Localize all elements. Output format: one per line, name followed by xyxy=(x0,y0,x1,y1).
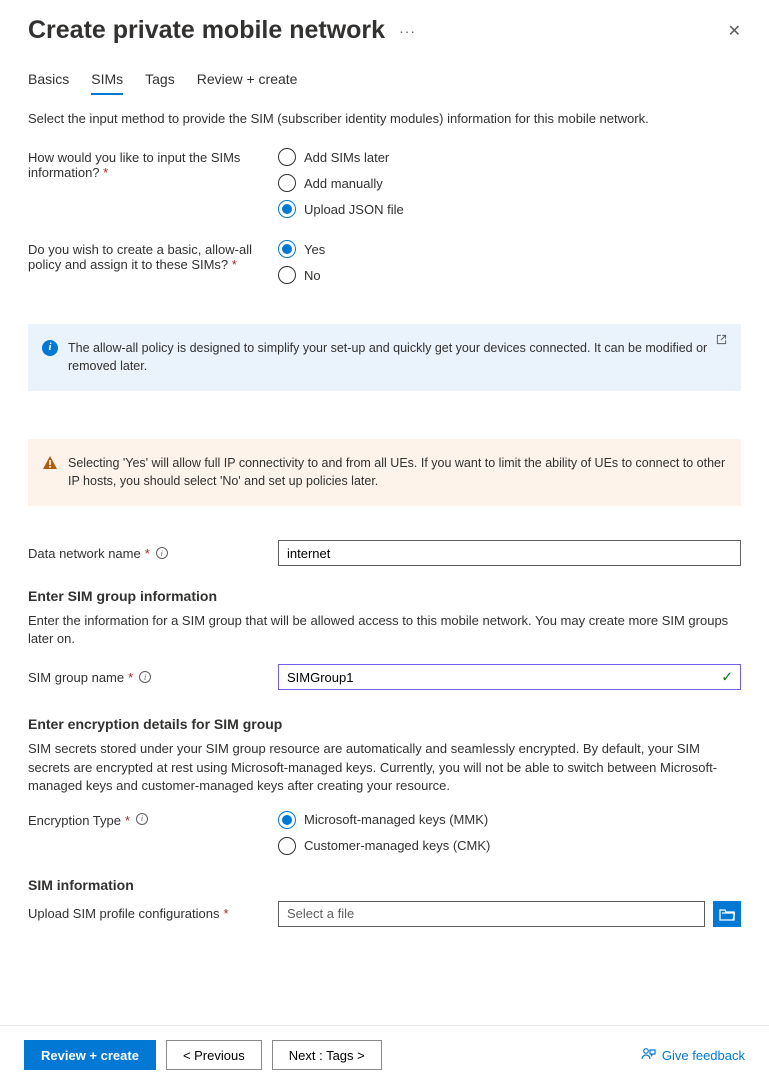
allow-all-policy-label: Do you wish to create a basic, allow-all… xyxy=(28,240,278,284)
input-method-label: How would you like to input the SIMs inf… xyxy=(28,148,278,218)
folder-icon xyxy=(719,907,735,921)
header: Create private mobile network ··· ✕ xyxy=(28,16,741,45)
intro-text: Select the input method to provide the S… xyxy=(28,111,741,126)
external-link-icon[interactable] xyxy=(716,334,727,350)
check-icon: ✓ xyxy=(721,669,733,686)
page-title: Create private mobile network xyxy=(28,16,385,45)
input-method-option[interactable]: Upload JSON file xyxy=(278,200,741,218)
sim-group-section-desc: Enter the information for a SIM group th… xyxy=(28,612,741,648)
input-method-option[interactable]: Add SIMs later xyxy=(278,148,741,166)
browse-button[interactable] xyxy=(713,901,741,927)
radio-icon xyxy=(278,837,296,855)
sim-group-name-label: SIM group name* i xyxy=(28,664,278,690)
radio-icon xyxy=(278,811,296,829)
previous-button[interactable]: < Previous xyxy=(166,1040,262,1070)
radio-label: No xyxy=(304,268,321,283)
encryption-section-desc: SIM secrets stored under your SIM group … xyxy=(28,740,741,795)
info-icon[interactable]: i xyxy=(156,547,168,559)
radio-icon xyxy=(278,266,296,284)
encryption-type-option[interactable]: Customer-managed keys (CMK) xyxy=(278,837,741,855)
info-icon[interactable]: i xyxy=(136,813,148,825)
radio-label: Customer-managed keys (CMK) xyxy=(304,838,490,853)
file-select-input[interactable]: Select a file xyxy=(278,901,705,927)
encryption-type-option[interactable]: Microsoft-managed keys (MMK) xyxy=(278,811,741,829)
radio-label: Yes xyxy=(304,242,325,257)
warning-icon xyxy=(42,455,58,471)
input-method-radio-group: Add SIMs later Add manually Upload JSON fi… xyxy=(278,148,741,218)
radio-icon xyxy=(278,174,296,192)
feedback-icon xyxy=(640,1047,656,1063)
sim-group-name-input[interactable] xyxy=(278,664,741,690)
radio-icon xyxy=(278,148,296,166)
sim-information-title: SIM information xyxy=(28,877,741,893)
info-icon: i xyxy=(42,340,58,356)
sim-group-section-title: Enter SIM group information xyxy=(28,588,741,604)
allow-all-option[interactable]: No xyxy=(278,266,741,284)
next-button[interactable]: Next : Tags > xyxy=(272,1040,382,1070)
data-network-name-label: Data network name* i xyxy=(28,540,278,566)
encryption-type-radio-group: Microsoft-managed keys (MMK) Customer-man… xyxy=(278,811,741,855)
radio-label: Add SIMs later xyxy=(304,150,389,165)
review-create-button[interactable]: Review + create xyxy=(24,1040,156,1070)
encryption-type-label: Encryption Type* i xyxy=(28,811,278,855)
allow-all-policy-radio-group: Yes No xyxy=(278,240,741,284)
radio-label: Microsoft-managed keys (MMK) xyxy=(304,812,488,827)
close-icon[interactable]: ✕ xyxy=(728,21,741,41)
give-feedback-link[interactable]: Give feedback xyxy=(640,1047,745,1063)
data-network-name-input[interactable] xyxy=(278,540,741,566)
tab-basics[interactable]: Basics xyxy=(28,71,69,95)
radio-label: Add manually xyxy=(304,176,383,191)
info-callout: i The allow-all policy is designed to si… xyxy=(28,324,741,391)
upload-sim-label: Upload SIM profile configurations* xyxy=(28,901,278,927)
tab-sims[interactable]: SIMs xyxy=(91,71,123,95)
input-method-option[interactable]: Add manually xyxy=(278,174,741,192)
tab-review-create[interactable]: Review + create xyxy=(197,71,298,95)
more-icon[interactable]: ··· xyxy=(399,23,416,39)
allow-all-option[interactable]: Yes xyxy=(278,240,741,258)
radio-label: Upload JSON file xyxy=(304,202,404,217)
tab-tags[interactable]: Tags xyxy=(145,71,175,95)
radio-icon xyxy=(278,240,296,258)
warning-callout: Selecting 'Yes' will allow full IP conne… xyxy=(28,439,741,506)
footer: Review + create < Previous Next : Tags >… xyxy=(0,1025,769,1084)
encryption-section-title: Enter encryption details for SIM group xyxy=(28,716,741,732)
tab-bar: Basics SIMs Tags Review + create xyxy=(28,71,741,95)
radio-icon xyxy=(278,200,296,218)
info-icon[interactable]: i xyxy=(139,671,151,683)
